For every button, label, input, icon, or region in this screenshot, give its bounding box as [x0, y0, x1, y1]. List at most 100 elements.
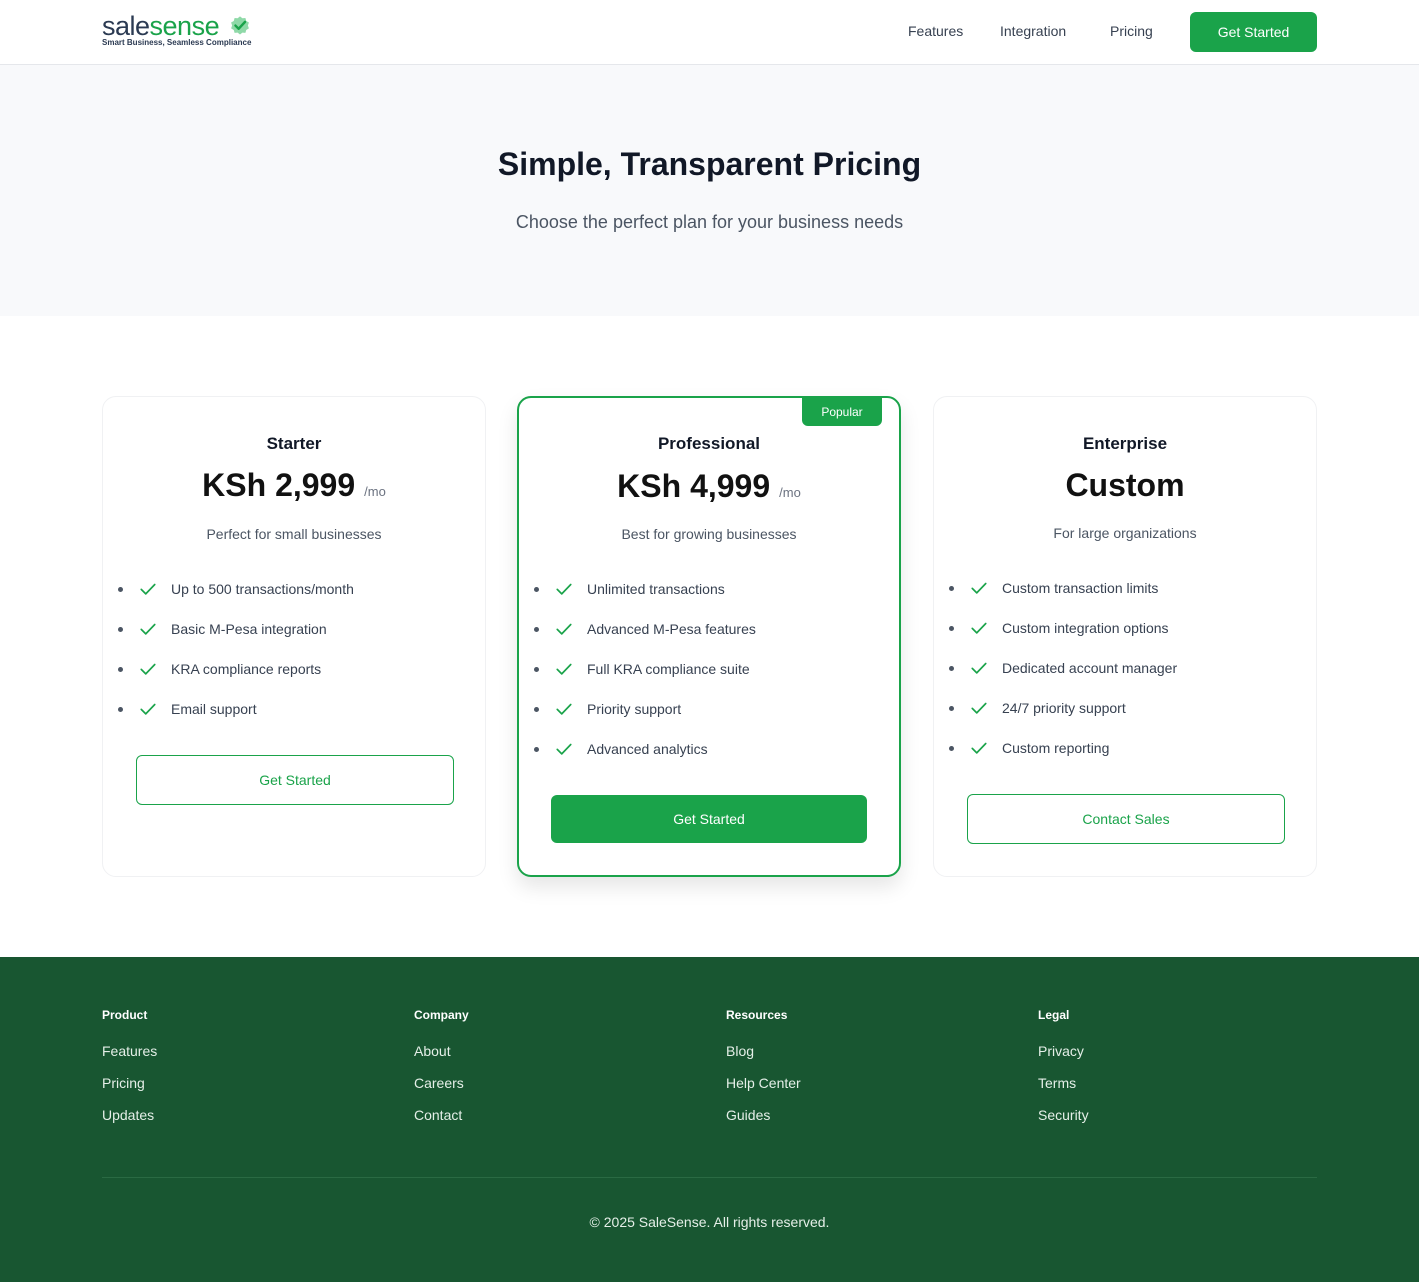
plan-feature-text: Custom transaction limits [1002, 580, 1159, 596]
nav-link-features[interactable]: Features [908, 22, 963, 40]
plan-card-starter: Starter KSh 2,999 /mo Perfect for small … [102, 396, 486, 877]
bullet-dot [118, 706, 123, 712]
footer-link-updates[interactable]: Updates [102, 1106, 157, 1124]
plan-description: For large organizations [1053, 525, 1197, 541]
footer-heading: Company [414, 1008, 469, 1022]
plan-name: Professional [657, 434, 761, 453]
footer-link-pricing[interactable]: Pricing [102, 1074, 157, 1092]
bullet-dot [534, 666, 539, 672]
plan-feature: Advanced M-Pesa features [533, 609, 756, 649]
plan-description: Best for growing businesses [621, 526, 797, 542]
plan-feature-text: Custom integration options [1002, 620, 1169, 636]
plan-feature-text: Custom reporting [1002, 740, 1110, 756]
plan-feature: Unlimited transactions [533, 569, 756, 609]
bullet-dot [118, 626, 123, 632]
check-icon [140, 583, 156, 595]
plan-price-row: KSh 4,999 /mo [519, 468, 899, 504]
plan-period: /mo [364, 484, 386, 499]
check-icon [556, 623, 572, 635]
footer-link-privacy[interactable]: Privacy [1038, 1042, 1089, 1060]
brand-logo[interactable]: salesense Smart Business, Seamless Compl… [102, 12, 262, 52]
plan-feature: Custom reporting [948, 728, 1177, 768]
footer-heading: Resources [726, 1008, 788, 1022]
check-icon [140, 623, 156, 635]
footer-heading: Product [102, 1008, 148, 1022]
footer-link-guides[interactable]: Guides [726, 1106, 801, 1124]
footer-column-company: Company About Careers Contact [414, 1007, 469, 1138]
plan-feature-text: Full KRA compliance suite [587, 661, 750, 677]
starter-get-started-button[interactable]: Get Started [136, 755, 454, 805]
check-icon [556, 703, 572, 715]
plan-feature-text: Basic M-Pesa integration [171, 621, 327, 637]
plan-feature-text: Advanced M-Pesa features [587, 621, 756, 637]
bullet-dot [534, 626, 539, 632]
footer-link-help-center[interactable]: Help Center [726, 1074, 801, 1092]
check-icon [971, 702, 987, 714]
footer-link-careers[interactable]: Careers [414, 1074, 469, 1092]
footer-column-product: Product Features Pricing Updates [102, 1007, 157, 1138]
plan-feature-text: Dedicated account manager [1002, 660, 1178, 676]
plan-feature: KRA compliance reports [117, 649, 354, 689]
plan-feature: Full KRA compliance suite [533, 649, 756, 689]
footer-link-contact[interactable]: Contact [414, 1106, 469, 1124]
page-subtitle: Choose the perfect plan for your busines… [515, 212, 904, 232]
plan-name: Enterprise [1082, 434, 1168, 453]
site-footer: Product Features Pricing Updates Company… [0, 957, 1419, 1282]
plan-feature: Up to 500 transactions/month [117, 569, 354, 609]
bullet-dot [949, 625, 954, 631]
logo-tagline: Smart Business, Seamless Compliance [102, 38, 252, 47]
contact-sales-button[interactable]: Contact Sales [967, 794, 1285, 844]
plan-feature-list: Unlimited transactions Advanced M-Pesa f… [533, 569, 756, 769]
bullet-dot [118, 586, 123, 592]
plan-feature-text: Advanced analytics [587, 741, 708, 757]
nav-link-integration[interactable]: Integration [1000, 22, 1066, 40]
footer-link-about[interactable]: About [414, 1042, 469, 1060]
plan-price-row: KSh 2,999 /mo [103, 467, 485, 503]
plan-feature-text: Priority support [587, 701, 682, 717]
check-icon [556, 743, 572, 755]
plan-feature: 24/7 priority support [948, 688, 1177, 728]
bullet-dot [949, 745, 954, 751]
site-header: salesense Smart Business, Seamless Compl… [0, 0, 1419, 65]
bullet-dot [949, 705, 954, 711]
footer-column-legal: Legal Privacy Terms Security [1038, 1007, 1089, 1138]
plan-feature: Priority support [533, 689, 756, 729]
plan-price-row: Custom [934, 467, 1316, 503]
plan-price: KSh 4,999 [617, 468, 771, 504]
plan-card-enterprise: Enterprise Custom For large organization… [933, 396, 1317, 877]
footer-column-resources: Resources Blog Help Center Guides [726, 1007, 801, 1138]
footer-link-security[interactable]: Security [1038, 1106, 1089, 1124]
footer-link-terms[interactable]: Terms [1038, 1074, 1089, 1092]
footer-divider [102, 1177, 1317, 1178]
plan-feature-text: KRA compliance reports [171, 661, 322, 677]
plan-price: Custom [1065, 467, 1185, 503]
check-icon [971, 662, 987, 674]
professional-get-started-button[interactable]: Get Started [551, 795, 867, 843]
plan-feature-text: Up to 500 transactions/month [171, 581, 354, 597]
header-get-started-button[interactable]: Get Started [1190, 12, 1317, 52]
footer-link-features[interactable]: Features [102, 1042, 157, 1060]
check-icon [140, 703, 156, 715]
plan-price: KSh 2,999 [202, 467, 356, 503]
plan-feature: Custom transaction limits [948, 568, 1177, 608]
footer-heading: Legal [1038, 1008, 1070, 1022]
plan-feature: Advanced analytics [533, 729, 756, 769]
bullet-dot [534, 746, 539, 752]
check-icon [971, 582, 987, 594]
bullet-dot [534, 706, 539, 712]
bullet-dot [118, 666, 123, 672]
plan-feature-text: Email support [171, 701, 257, 717]
check-icon [556, 663, 572, 675]
logo-check-icon [231, 16, 249, 35]
check-icon [140, 663, 156, 675]
bullet-dot [949, 585, 954, 591]
footer-link-blog[interactable]: Blog [726, 1042, 801, 1060]
pricing-hero: Simple, Transparent Pricing Choose the p… [0, 65, 1419, 316]
bullet-dot [949, 665, 954, 671]
check-icon [971, 622, 987, 634]
popular-badge: Popular [802, 398, 882, 426]
nav-link-pricing[interactable]: Pricing [1110, 22, 1153, 40]
plan-feature: Email support [117, 689, 354, 729]
page-title: Simple, Transparent Pricing [497, 146, 922, 182]
plan-card-professional: Popular Professional KSh 4,999 /mo Best … [517, 396, 901, 877]
